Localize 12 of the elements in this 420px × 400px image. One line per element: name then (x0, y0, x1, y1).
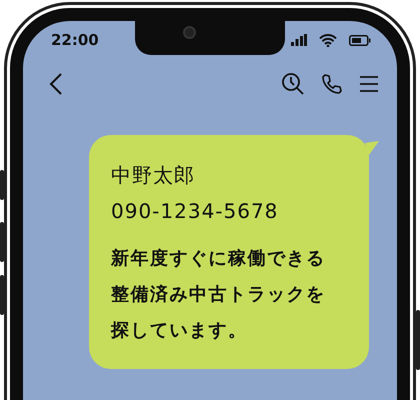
back-icon[interactable] (49, 73, 63, 95)
wifi-icon (319, 34, 337, 46)
battery-icon (349, 34, 371, 46)
signal-icon (291, 34, 307, 46)
search-icon[interactable] (281, 72, 305, 96)
menu-icon[interactable] (359, 75, 379, 93)
phone-number: 090-1234-5678 (111, 198, 280, 225)
status-time: 22:00 (51, 31, 99, 49)
phone-icon[interactable] (321, 73, 343, 95)
camera-icon (183, 26, 196, 39)
sender-name: 中野太郎 (111, 162, 196, 189)
message-text: 新年度すぐに稼働できる整備済み中古トラックを探しています。 (111, 247, 326, 343)
